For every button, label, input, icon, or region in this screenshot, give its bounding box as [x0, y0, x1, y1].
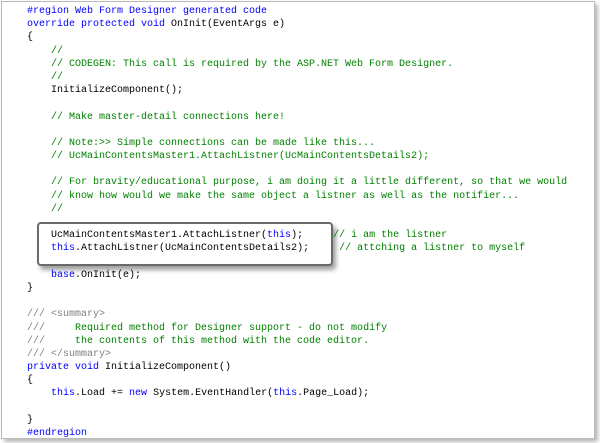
- code-line: /// Required method for Designer support…: [27, 322, 567, 335]
- code-line: this.Load += new System.EventHandler(thi…: [27, 387, 567, 400]
- code-token: .AttachListner(UcMainContentsDetails2);: [75, 243, 340, 255]
- code-token: // attching a listner to myself: [339, 243, 526, 255]
- code-token: //: [27, 71, 64, 83]
- code-line: // For bravity/educational purpose, i am…: [27, 176, 567, 189]
- code-token: //: [27, 203, 64, 215]
- code-token: // CODEGEN: This call is required by the…: [27, 58, 454, 70]
- code-token: }: [27, 414, 34, 426]
- code-token: ///: [27, 335, 76, 347]
- code-token: //: [27, 45, 64, 57]
- code-token: }: [27, 282, 34, 294]
- code-line: }: [27, 282, 567, 295]
- code-token: override protected void: [27, 19, 172, 31]
- code-token: // i am the listner: [333, 230, 448, 242]
- code-token: .OnInit(e);: [75, 269, 142, 281]
- code-token: InitializeComponent();: [27, 85, 184, 97]
- code-line: }: [27, 414, 567, 427]
- code-line: UcMainContentsMaster1.AttachListner(this…: [27, 229, 567, 242]
- code-token: InitializeComponent(): [105, 362, 232, 374]
- code-line: /// </summary>: [27, 348, 567, 361]
- code-line: {: [27, 374, 567, 387]
- code-token: .Page_Load);: [297, 388, 370, 400]
- code-token: ///: [27, 322, 76, 334]
- code-token: #region Web Form Designer generated code: [27, 6, 268, 17]
- code-line: //: [27, 71, 567, 84]
- code-line: // know how would we make the same objec…: [27, 190, 567, 203]
- code-token: /// </summary>: [27, 348, 112, 360]
- code-line: {: [27, 31, 567, 44]
- code-token: #endregion: [27, 428, 88, 439]
- code-token: OnInit(EventArgs e): [171, 19, 286, 31]
- code-token: base: [51, 269, 76, 281]
- code-line: base.OnInit(e);: [27, 269, 567, 282]
- code-line: #region Web Form Designer generated code: [27, 5, 567, 18]
- code-line: //: [27, 203, 567, 216]
- code-token: {: [27, 32, 34, 44]
- code-line: // Note:>> Simple connections can be mad…: [27, 137, 567, 150]
- code-line: // CODEGEN: This call is required by the…: [27, 58, 567, 71]
- code-line: // Make master-detail connections here!: [27, 111, 567, 124]
- code-line: InitializeComponent();: [27, 84, 567, 97]
- code-line: override protected void OnInit(EventArgs…: [27, 18, 567, 31]
- code-line: // UcMainContentsMaster1.AttachListner(U…: [27, 150, 567, 163]
- code-line: /// the contents of this method with the…: [27, 335, 567, 348]
- code-token: );: [291, 230, 334, 242]
- code-token: .Load +=: [75, 388, 130, 400]
- code-token: this: [267, 230, 292, 242]
- code-token: private void: [27, 362, 106, 374]
- code-token: // UcMainContentsMaster1.AttachListner(U…: [27, 151, 430, 163]
- code-token: UcMainContentsMaster1.AttachListner(: [27, 230, 268, 242]
- code-token: this: [273, 388, 298, 400]
- code-token: // For bravity/educational purpose, i am…: [27, 177, 568, 189]
- code-screenshot-frame: #region Web Form Designer generated code…: [1, 1, 595, 439]
- code-token: /// <summary>: [27, 309, 106, 321]
- code-token: System.EventHandler(: [153, 388, 274, 400]
- code-line: this.AttachListner(UcMainContentsDetails…: [27, 242, 567, 255]
- code-line: //: [27, 45, 567, 58]
- code-token: Required method for Designer support - d…: [75, 322, 388, 334]
- code-token: new: [129, 388, 154, 400]
- code-token: // know how would we make the same objec…: [27, 190, 520, 202]
- code-token: // Make master-detail connections here!: [27, 111, 286, 123]
- code-line: private void InitializeComponent(): [27, 361, 567, 374]
- code-line: /// <summary>: [27, 308, 567, 321]
- code-editor: #region Web Form Designer generated code…: [27, 5, 567, 440]
- code-line: #endregion: [27, 427, 567, 440]
- code-token: {: [27, 375, 34, 387]
- code-token: // Note:>> Simple connections can be mad…: [27, 137, 376, 149]
- code-token: the contents of this method with the cod…: [75, 335, 370, 347]
- code-token: this: [51, 388, 76, 400]
- code-token: this: [51, 243, 76, 255]
